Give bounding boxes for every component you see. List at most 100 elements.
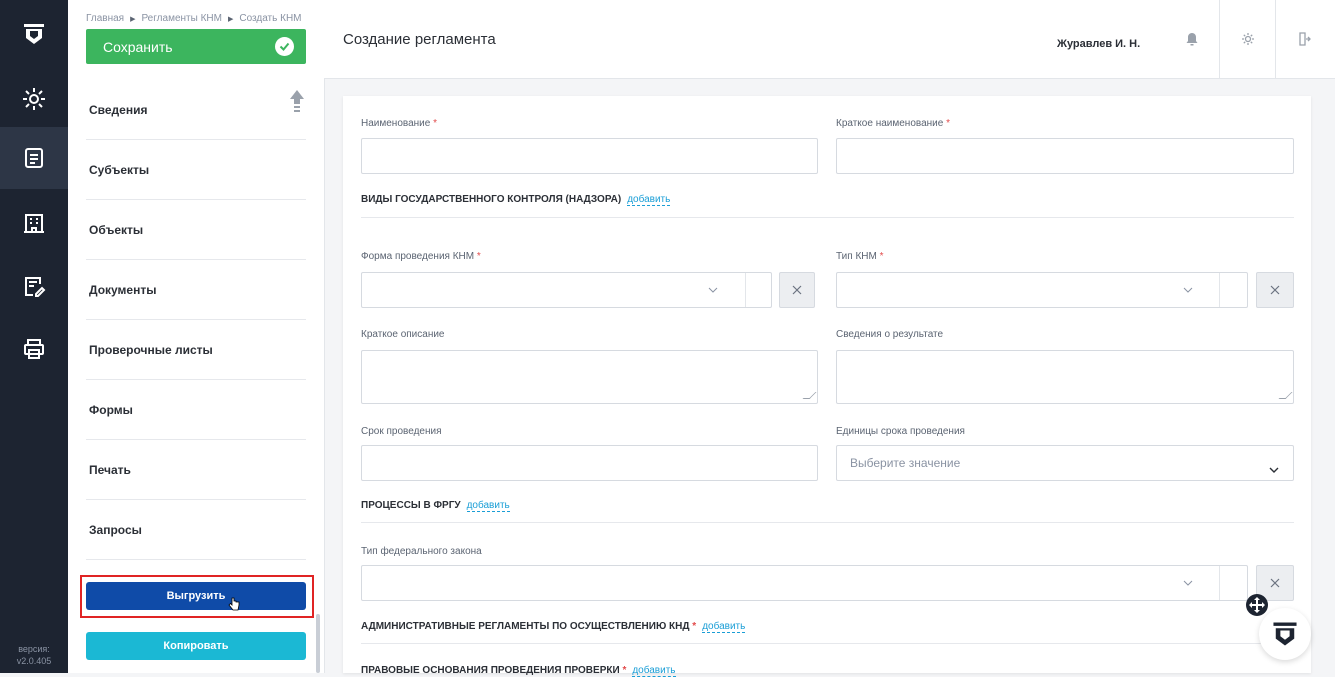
select-divider	[1219, 566, 1220, 600]
icon-rail: версия: v2.0.405	[0, 0, 68, 673]
section-title-text: ПРАВОВЫЕ ОСНОВАНИЯ ПРОВЕДЕНИЯ ПРОВЕРКИ	[361, 665, 620, 676]
export-button-label: Выгрузить	[166, 590, 226, 602]
document-list-icon[interactable]	[0, 127, 68, 189]
export-button[interactable]: Выгрузить	[86, 582, 306, 610]
term-label: Срок проведения	[361, 426, 442, 437]
settings-icon[interactable]	[0, 68, 68, 130]
fed-law-select[interactable]	[361, 565, 1248, 601]
sidebar-item-label: Формы	[89, 402, 133, 417]
chevron-down-icon[interactable]	[1168, 565, 1208, 601]
result-textarea[interactable]	[836, 350, 1294, 404]
short-name-input[interactable]	[836, 138, 1294, 174]
sidebar-item-checklists[interactable]: Проверочные листы	[86, 320, 306, 380]
section-divider	[361, 522, 1294, 523]
chevron-down-icon[interactable]	[693, 272, 733, 308]
breadcrumb-home[interactable]: Главная	[86, 13, 124, 24]
required-mark: *	[879, 251, 884, 262]
version-info: версия: v2.0.405	[0, 643, 68, 667]
help-widget-logo-icon[interactable]	[1259, 608, 1311, 660]
add-admin-reg-link[interactable]: добавить	[702, 621, 746, 633]
hand-cursor-icon	[228, 597, 240, 616]
sidebar-scrollbar[interactable]	[316, 614, 320, 673]
sidebar-item-info[interactable]: Сведения	[86, 80, 306, 140]
breadcrumb-separator-icon: ▶	[130, 16, 136, 23]
name-label-text: Наименование	[361, 118, 431, 129]
section-title-text: ПРОЦЕССЫ В ФРГУ	[361, 500, 461, 511]
sidebar-item-objects[interactable]: Объекты	[86, 200, 306, 260]
gear-icon[interactable]	[1220, 0, 1276, 78]
resize-handle-icon[interactable]	[802, 392, 817, 399]
short-name-label: Краткое наименование *	[836, 118, 950, 129]
sidebar-item-label: Объекты	[89, 222, 144, 237]
breadcrumb: Главная ▶ Регламенты КНМ ▶ Создать КНМ	[86, 13, 302, 24]
resize-handle-icon[interactable]	[1278, 392, 1293, 399]
sidebar-item-label: Сведения	[89, 102, 148, 117]
app-logo-icon[interactable]	[0, 0, 68, 68]
add-process-link[interactable]: добавить	[466, 500, 510, 512]
form-knm-label: Форма проведения КНМ *	[361, 251, 481, 262]
page-title: Создание регламента	[343, 31, 496, 48]
sidebar-item-documents[interactable]: Документы	[86, 260, 306, 320]
required-mark: *	[622, 665, 627, 676]
term-units-select[interactable]: Выберите значение	[836, 445, 1294, 481]
logout-icon[interactable]	[1276, 0, 1332, 78]
check-icon	[275, 37, 294, 56]
short-desc-textarea[interactable]	[361, 350, 818, 404]
building-icon[interactable]	[0, 192, 68, 254]
section-divider	[361, 217, 1294, 218]
term-units-placeholder: Выберите значение	[850, 456, 961, 470]
term-units-label: Единицы срока проведения	[836, 426, 965, 437]
control-types-section: ВИДЫ ГОСУДАРСТВЕННОГО КОНТРОЛЯ (НАДЗОРА)…	[361, 194, 671, 206]
select-divider	[745, 273, 746, 307]
save-button[interactable]: Сохранить	[86, 29, 306, 64]
sidebar-item-forms[interactable]: Формы	[86, 380, 306, 440]
admin-regs-section: АДМИНИСТРАТИВНЫЕ РЕГЛАМЕНТЫ ПО ОСУЩЕСТВЛ…	[361, 621, 746, 633]
copy-button-label: Копировать	[163, 640, 229, 652]
sidebar-item-label: Документы	[89, 282, 157, 297]
version-number: v2.0.405	[16, 656, 52, 666]
sidebar-item-print[interactable]: Печать	[86, 440, 306, 500]
copy-button[interactable]: Копировать	[86, 632, 306, 660]
breadcrumb-regulations[interactable]: Регламенты КНМ	[141, 13, 222, 24]
save-button-label: Сохранить	[103, 38, 173, 55]
sidebar-item-label: Запросы	[89, 522, 142, 537]
required-mark: *	[692, 621, 697, 632]
print-icon[interactable]	[0, 318, 68, 380]
chevron-down-icon	[1269, 460, 1279, 478]
short-desc-label: Краткое описание	[361, 329, 445, 340]
result-label: Сведения о результате	[836, 329, 944, 340]
sidebar-item-requests[interactable]: Запросы	[86, 500, 306, 560]
select-divider	[1219, 273, 1220, 307]
short-name-label-text: Краткое наименование	[836, 118, 944, 129]
breadcrumb-current: Создать КНМ	[239, 13, 302, 24]
section-divider	[361, 643, 1294, 644]
required-mark: *	[476, 251, 481, 262]
term-input[interactable]	[361, 445, 818, 481]
form-knm-label-text: Форма проведения КНМ	[361, 251, 475, 262]
type-knm-label-text: Тип КНМ	[836, 251, 877, 262]
add-legal-basis-link[interactable]: добавить	[632, 665, 676, 677]
edit-document-icon[interactable]	[0, 255, 68, 317]
required-mark: *	[433, 118, 438, 129]
required-mark: *	[946, 118, 951, 129]
legal-basis-section: ПРАВОВЫЕ ОСНОВАНИЯ ПРОВЕДЕНИЯ ПРОВЕРКИ *…	[361, 665, 676, 677]
fed-law-label: Тип федерального закона	[361, 546, 482, 557]
section-title-text: ВИДЫ ГОСУДАРСТВЕННОГО КОНТРОЛЯ (НАДЗОРА)	[361, 194, 622, 205]
section-title-text: АДМИНИСТРАТИВНЫЕ РЕГЛАМЕНТЫ ПО ОСУЩЕСТВЛ…	[361, 621, 690, 632]
breadcrumb-separator-icon: ▶	[227, 16, 234, 23]
version-label: версия:	[18, 644, 50, 654]
sidebar-item-label: Печать	[89, 462, 131, 477]
sidebar-item-subjects[interactable]: Субъекты	[86, 140, 306, 200]
user-name[interactable]: Журавлев И. Н.	[1057, 38, 1140, 50]
name-input[interactable]	[361, 138, 818, 174]
sidebar-item-label: Проверочные листы	[89, 342, 213, 357]
clear-type-knm-button[interactable]	[1256, 272, 1294, 308]
bell-icon[interactable]	[1165, 0, 1219, 78]
name-label: Наименование *	[361, 118, 437, 129]
type-knm-label: Тип КНМ *	[836, 251, 884, 262]
add-control-type-link[interactable]: добавить	[627, 194, 671, 206]
processes-section: ПРОЦЕССЫ В ФРГУ добавить	[361, 500, 510, 512]
chevron-down-icon[interactable]	[1168, 272, 1208, 308]
sidebar-item-label: Субъекты	[89, 162, 150, 177]
clear-form-knm-button[interactable]	[779, 272, 815, 308]
